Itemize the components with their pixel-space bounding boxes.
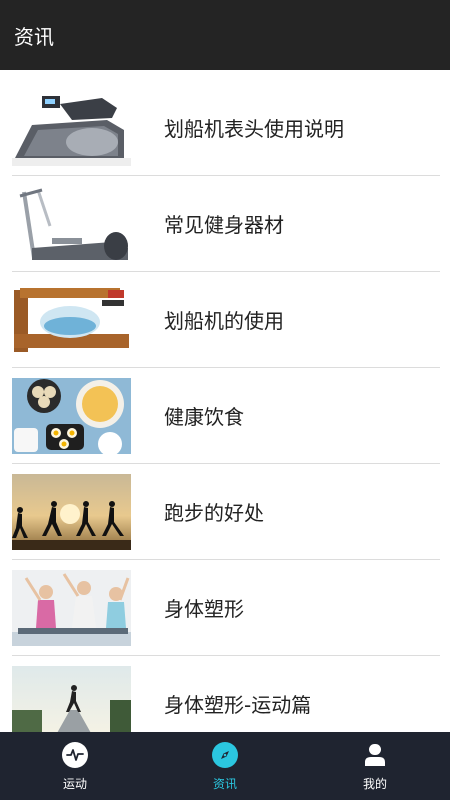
article-title: 划船机的使用	[164, 309, 284, 333]
article-title: 身体塑形	[164, 597, 244, 621]
water-rower-image	[12, 281, 131, 358]
list-item[interactable]: 身体塑形	[12, 560, 440, 656]
tab-news[interactable]: 资讯	[150, 732, 300, 800]
pulse-icon	[62, 742, 88, 768]
list-item[interactable]: 健康饮食	[12, 368, 440, 464]
runners-sunset-image	[12, 473, 131, 550]
compass-icon	[212, 742, 238, 768]
list-item[interactable]: 常见健身器材	[12, 176, 440, 272]
article-title: 常见健身器材	[164, 213, 284, 237]
article-list[interactable]: 划船机表头使用说明 常见健身器材 划船机的使用 健康饮食 跑步的好处 身体塑形 …	[0, 70, 450, 732]
user-icon	[362, 742, 388, 768]
tab-exercise[interactable]: 运动	[0, 732, 150, 800]
article-title: 划船机表头使用说明	[164, 117, 344, 141]
list-item[interactable]: 跑步的好处	[12, 464, 440, 560]
app-header: 资讯	[0, 0, 450, 70]
rowing-machine-monitor-image	[12, 89, 131, 166]
article-title: 身体塑形-运动篇	[164, 693, 312, 717]
elliptical-trainer-image	[12, 185, 131, 262]
page-title: 资讯	[14, 24, 54, 49]
bottom-tab-bar: 运动 资讯 我的	[0, 732, 450, 800]
list-item[interactable]: 划船机表头使用说明	[12, 80, 440, 176]
article-title: 跑步的好处	[164, 501, 264, 525]
road-runner-image	[12, 665, 131, 732]
healthy-food-image	[12, 377, 131, 454]
list-item[interactable]: 身体塑形-运动篇	[12, 656, 440, 732]
list-item[interactable]: 划船机的使用	[12, 272, 440, 368]
tab-profile[interactable]: 我的	[300, 732, 450, 800]
tab-label: 我的	[362, 777, 387, 791]
article-title: 健康饮食	[164, 405, 244, 429]
tab-label: 资讯	[212, 777, 237, 791]
tab-label: 运动	[62, 777, 87, 791]
women-stretching-image	[12, 569, 131, 646]
